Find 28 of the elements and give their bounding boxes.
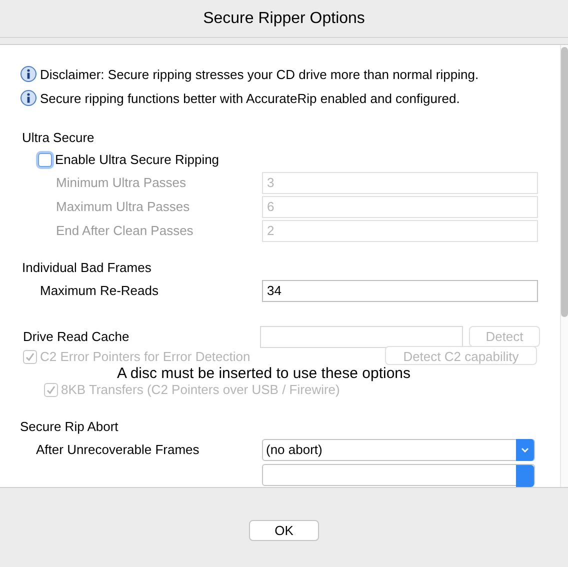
checkmark-icon: [25, 352, 35, 362]
field-label: Maximum Ultra Passes: [55, 198, 191, 216]
field-label: Minimum Ultra Passes: [55, 174, 188, 192]
field-label: End After Clean Passes: [55, 222, 194, 240]
text-field[interactable]: 34: [262, 280, 538, 302]
cache-field[interactable]: [260, 326, 463, 348]
checkbox-label: 8KB Transfers (C2 Pointers over USB / Firewire): [61, 383, 340, 398]
checkmark-icon: [46, 385, 56, 396]
info-icon: [20, 66, 37, 84]
section-title: Drive Read Cache: [22, 328, 130, 346]
checkbox[interactable]: [38, 152, 52, 167]
checkbox-label: C2 Error Pointers for Error Detection: [40, 350, 250, 364]
checkbox-label: Enable Ultra Secure Ripping: [55, 150, 220, 169]
info-message: Secure ripping functions better with AccurateRip enabled and configured.: [40, 90, 460, 108]
info-icon: [20, 90, 37, 108]
window-title: Secure Ripper Options: [203, 8, 365, 28]
dropdown[interactable]: [262, 464, 535, 486]
info-message: Disclaimer: Secure ripping stresses your CD drive more than normal ripping.: [40, 66, 479, 84]
field-label: Maximum Re-Reads: [39, 282, 160, 300]
ok-button[interactable]: OK: [249, 520, 319, 541]
overlay-message: A disc must be inserted to use these options: [117, 366, 411, 382]
section-title: Secure Rip Abort: [20, 418, 120, 436]
section-title: Ultra Secure: [21, 128, 96, 147]
scrollbar[interactable]: [560, 45, 568, 487]
dropdown[interactable]: (no abort): [262, 438, 535, 461]
chevron-down-icon: [516, 438, 534, 461]
field-label: After Unrecoverable Frames: [35, 440, 200, 459]
section-title: Individual Bad Frames: [21, 258, 152, 277]
